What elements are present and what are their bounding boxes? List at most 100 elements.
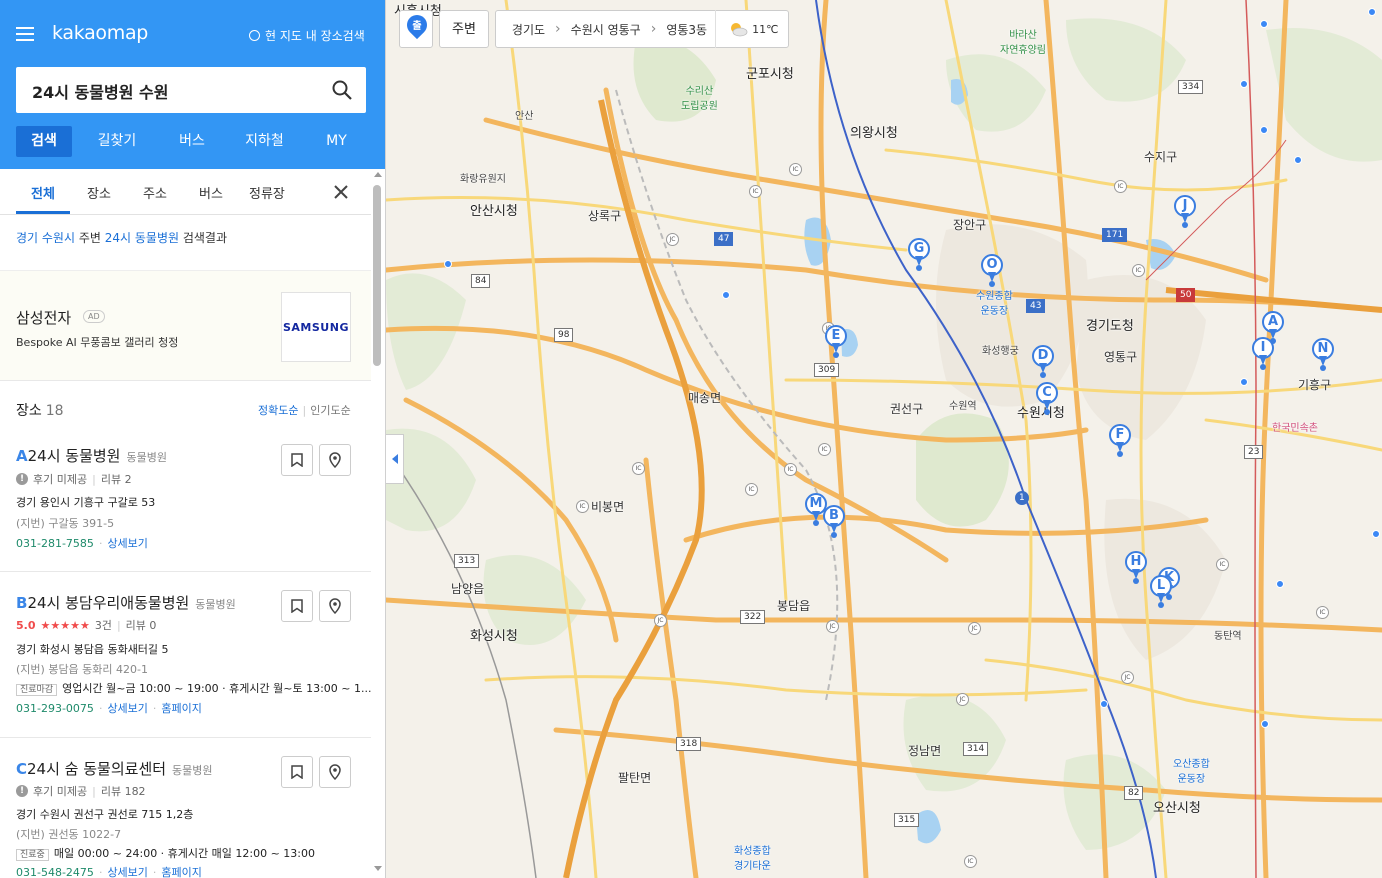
poi-dot [1372,530,1380,538]
map-canvas[interactable]: 출 주변 경기도 › 수원시 영통구 › 영통3동 11℃ 시흥시청 군포시청 … [386,0,1382,878]
map-label: 장안구 [953,218,987,232]
tab-directions[interactable]: 길찾기 [72,126,162,157]
menu-icon[interactable] [16,27,34,41]
breadcrumb-item[interactable]: 수원시 영통구 [571,21,641,38]
location-button[interactable] [319,590,351,622]
map-label: 의왕시청 [850,126,898,141]
result-marker[interactable]: F [1109,424,1131,457]
homepage-link[interactable]: 홈페이지 [161,702,201,715]
result-marker[interactable]: C [1036,382,1058,415]
ad-banner[interactable]: 삼성전자 AD Bespoke AI 무풍콤보 갤러리 청정 SAMSUNG [0,270,371,381]
review-row: ! 후기 미제공 | 리뷰 2 [16,471,132,487]
result-marker[interactable]: E [825,325,847,358]
route-shield: 47 [714,232,734,246]
filter-place[interactable]: 장소 [87,183,111,202]
interchange-icon: IC [749,185,762,198]
map-label: 비봉면 [591,500,625,514]
route-shield: 313 [454,554,480,568]
interchange-icon: IC [789,163,802,176]
result-links: 031-293-0075 · 상세보기 · 홈페이지 [16,702,202,715]
interchange-icon: IC [1132,264,1145,277]
scroll-up-arrow[interactable] [374,172,382,177]
places-count: 18 [45,403,64,419]
bookmark-button[interactable] [281,756,313,788]
filter-address[interactable]: 주소 [143,183,167,202]
nearby-button[interactable]: 주변 [439,10,489,48]
detail-link[interactable]: 상세보기 [107,702,147,715]
breadcrumb-item[interactable]: 영통3동 [666,21,707,38]
location-button[interactable] [319,444,351,476]
result-jibun: (지번) 권선동 1022-7 [16,828,122,841]
phone-number[interactable]: 031-548-2475 [16,866,94,878]
sort-accuracy[interactable]: 정확도순 [258,404,298,417]
result-marker[interactable]: N [1312,338,1334,371]
kakaomap-logo[interactable]: kakaomap [52,22,148,44]
filter-bus[interactable]: 버스 [199,183,223,202]
close-icon[interactable] [333,184,349,200]
search-icon[interactable] [332,80,352,100]
filter-stop[interactable]: 정류장 [249,183,285,202]
map-label: 바라산 자연휴양림 [1000,30,1046,56]
map-label: 안산시청 [470,204,518,219]
phone-number[interactable]: 031-281-7585 [16,537,94,550]
interchange-icon: IC [1114,180,1127,193]
result-marker[interactable]: M [805,493,827,526]
detail-link[interactable]: 상세보기 [107,866,147,878]
result-title[interactable]: B24시 봉담우리애동물병원 동물병원 [16,592,236,613]
map-label: 봉담읍 [777,599,811,613]
result-address: 경기 화성시 봉담읍 동화새터길 5 [16,643,169,656]
weather-widget[interactable]: 11℃ [715,10,788,48]
scroll-down-arrow[interactable] [374,866,382,871]
location-icon [329,598,341,614]
interchange-icon: JC [826,620,839,633]
map-label: 화성시청 [470,629,518,644]
map-label: 영통구 [1104,350,1138,364]
hours-badge: 진료마감 [16,684,58,696]
result-title[interactable]: A24시 동물병원 동물병원 [16,445,167,466]
bookmark-button[interactable] [281,590,313,622]
tab-search[interactable]: 검색 [16,126,72,157]
homepage-link[interactable]: 홈페이지 [161,866,201,878]
result-item[interactable]: B24시 봉담우리애동물병원 동물병원 5.0 ★★★★★ 3건 | 리뷰 0 경기 … [0,572,371,738]
phone-number[interactable]: 031-293-0075 [16,702,94,715]
scrollbar-thumb[interactable] [373,185,381,366]
star-rating: ★★★★★ [40,618,90,632]
result-marker[interactable]: L [1150,575,1172,608]
result-marker[interactable]: O [981,254,1003,287]
result-marker[interactable]: G [908,238,930,271]
result-summary: 경기 수원시 주변 24시 동물병원 검색결과 [16,231,228,245]
start-pin-button[interactable]: 출 [399,10,433,48]
result-title[interactable]: C24시 숨 동물의료센터 동물병원 [16,758,213,779]
map-label: 화성행궁 [982,346,1019,357]
poi-dot [1260,126,1268,134]
map-label: 군포시청 [746,67,794,82]
tab-bus[interactable]: 버스 [162,126,222,157]
map-top-controls: 출 주변 경기도 › 수원시 영통구 › 영통3동 11℃ [399,10,790,48]
ad-description: Bespoke AI 무풍콤보 갤러리 청정 [16,336,179,349]
location-button[interactable] [319,756,351,788]
route-shield: 171 [1102,228,1128,242]
bookmark-icon [291,765,303,779]
result-marker[interactable]: D [1032,345,1054,378]
area-search-toggle[interactable]: 현 지도 내 장소검색 [249,27,365,44]
partly-cloudy-icon [731,23,748,37]
bookmark-button[interactable] [281,444,313,476]
chevron-right-icon: › [555,21,561,37]
result-item[interactable]: C24시 숨 동물의료센터 동물병원 ! 후기 미제공 | 리뷰 182 경기 수원… [0,738,371,878]
result-marker[interactable]: I [1252,337,1274,370]
search-input[interactable]: 24시 동물병원 수원 [16,67,366,113]
collapse-panel-button[interactable] [386,434,404,484]
map-label: 한국민속촌 [1272,423,1318,434]
result-item[interactable]: A24시 동물병원 동물병원 ! 후기 미제공 | 리뷰 2 경기 용인시 기흥구 … [0,437,371,572]
map-label: 수원역 [949,401,977,412]
breadcrumb-item[interactable]: 경기도 [512,21,545,38]
detail-link[interactable]: 상세보기 [107,537,147,550]
sort-popular[interactable]: 인기도순 [310,404,350,417]
filter-all[interactable]: 전체 [31,183,55,202]
route-shield: 23 [1244,445,1264,459]
tab-subway[interactable]: 지하철 [222,126,307,157]
tab-my[interactable]: MY [307,126,366,157]
poi-dot [1368,8,1376,16]
result-marker[interactable]: J [1174,195,1196,228]
result-marker[interactable]: H [1125,551,1147,584]
